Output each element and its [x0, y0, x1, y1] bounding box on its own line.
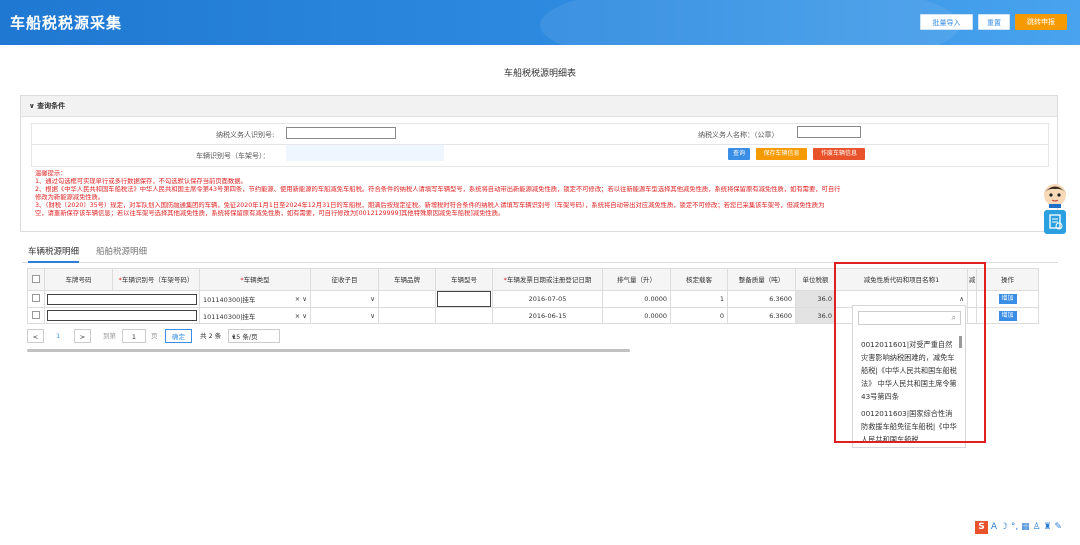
app-header: 车船税税源采集 批量导入 重置 跳转申报: [0, 0, 1080, 45]
tips-block: 温馨提示： 1、通过勾选框可实现单行或多行数据保存，不勾选默认保存当前页面数据。…: [35, 170, 1051, 218]
moon-icon[interactable]: ☽: [1000, 522, 1008, 532]
reset-button[interactable]: 重置: [978, 14, 1010, 30]
next-page-button[interactable]: >: [74, 329, 91, 343]
subitem-select[interactable]: ∨: [310, 290, 379, 308]
user-icon[interactable]: ♙: [1033, 522, 1041, 532]
tips-line: 1、通过勾选框可实现单行或多行数据保存，不勾选默认保存当前页面数据。: [35, 178, 247, 185]
add-row-button[interactable]: 增加: [998, 310, 1017, 321]
vehicle-type-select[interactable]: 101140300|挂车 × ∨: [199, 307, 311, 324]
taxpayer-id-input[interactable]: [286, 127, 396, 139]
current-page[interactable]: 1: [56, 329, 60, 343]
model-input[interactable]: [435, 290, 493, 308]
query-form: 纳税义务人识别号: 纳税义务人名称：（公章） 车辆识别号（车架号）： 查询 保存…: [31, 123, 1049, 167]
brand-input[interactable]: [378, 307, 436, 324]
tab-bar: 车辆税源明细 船舶税源明细: [22, 242, 1058, 263]
highlight-annotation: [834, 262, 986, 443]
column-header: 车牌号码: [44, 268, 113, 291]
column-header: *车辆类型: [199, 268, 311, 291]
column-header: 车辆品牌: [378, 268, 436, 291]
tips-line: 2、根据《中华人民共和国车船税法》中华人民共和国主席令第43号第四条，节约能源、…: [35, 186, 841, 193]
column-header: 核定载客: [670, 268, 728, 291]
row-checkbox[interactable]: [27, 307, 45, 324]
tab-ship-detail[interactable]: 船舶税源明细: [96, 245, 147, 257]
ime-logo-icon[interactable]: S: [975, 521, 988, 534]
weight-input[interactable]: 6.3600: [727, 307, 796, 324]
batch-import-button[interactable]: 批量导入: [920, 14, 973, 30]
query-panel-header[interactable]: ∨ 查询条件: [21, 96, 1057, 117]
taxpayer-name-input[interactable]: [797, 126, 861, 138]
save-vehicle-button[interactable]: 保存车辆信息: [756, 148, 807, 160]
row-checkbox[interactable]: [27, 290, 45, 308]
taxpayer-name-label: 纳税义务人名称：（公章）: [698, 131, 779, 139]
goto-confirm-button[interactable]: 确定: [165, 329, 192, 343]
tips-line: 修改为新能源减免性质。: [35, 194, 105, 201]
punctuation-icon[interactable]: °,: [1011, 522, 1018, 532]
void-vehicle-button[interactable]: 作废车辆信息: [813, 148, 865, 160]
page-size-select[interactable]: 15 条/页 ▾: [228, 329, 280, 343]
chevron-down-icon: ∨: [29, 102, 35, 110]
weight-input[interactable]: 6.3600: [727, 290, 796, 308]
tab-vehicle-detail[interactable]: 车辆税源明细: [28, 245, 80, 263]
column-header: 整备质量（吨）: [727, 268, 796, 291]
tips-line: 3、（财税〔2020〕35号）规定，对军队划入国防融通集团的车辆，免征2020年…: [35, 202, 825, 209]
model-input[interactable]: [435, 307, 493, 324]
unit-tax-cell: 36.0: [795, 307, 836, 324]
horizontal-scrollbar[interactable]: [27, 349, 630, 352]
column-header: 单位税额: [795, 268, 836, 291]
keyboard-icon[interactable]: ▦: [1021, 522, 1030, 532]
vehicle-type-select[interactable]: 101140300|挂车 × ∨: [199, 290, 311, 308]
column-header: *车辆识别号（车架号码）: [112, 268, 200, 291]
taxpayer-id-label: 纳税义务人识别号:: [216, 131, 275, 139]
vin-label: 车辆识别号（车架号）：: [196, 152, 270, 160]
plate-vin-input[interactable]: [44, 307, 200, 324]
date-input[interactable]: 2016-06-15: [492, 307, 603, 324]
add-row-button[interactable]: 增加: [998, 294, 1017, 304]
unit-tax-cell: 36.0: [795, 290, 836, 308]
column-header: 排气量（升）: [602, 268, 671, 291]
tips-line: 空，请重新保存该车辆信息；若以往车架号选择其他减免性质，系统将保留原有减免性质，…: [35, 210, 505, 217]
goto-page-input[interactable]: 1: [122, 329, 146, 343]
shirt-icon[interactable]: ♜: [1043, 522, 1051, 532]
assistant-widget[interactable]: [1042, 182, 1068, 237]
goto-prefix: 到第: [103, 332, 116, 340]
displacement-input[interactable]: 0.0000: [602, 290, 671, 308]
query-section-title: 查询条件: [37, 102, 66, 110]
jump-declare-button[interactable]: 跳转申报: [1015, 14, 1067, 30]
column-header: *车辆发票日期或注册登记日期: [492, 268, 603, 291]
page-title: 车船税税源明细表: [503, 69, 576, 79]
vin-input[interactable]: [286, 145, 444, 161]
feedback-icon[interactable]: [1044, 210, 1066, 234]
goto-suffix: 页: [151, 332, 158, 340]
column-header: 车辆型号: [435, 268, 493, 291]
app-title: 车船税税源采集: [10, 14, 123, 32]
prev-page-button[interactable]: <: [27, 329, 44, 343]
wrench-icon[interactable]: ✎: [1054, 522, 1062, 532]
plate-vin-input[interactable]: [44, 290, 200, 308]
language-icon[interactable]: A: [991, 522, 997, 532]
query-panel: ∨ 查询条件 纳税义务人识别号: 纳税义务人名称：（公章） 车辆识别号（车架号）…: [20, 95, 1058, 232]
column-header: 征收子目: [310, 268, 379, 291]
seats-input[interactable]: 0: [670, 307, 728, 324]
ime-toolbar[interactable]: S A ☽ °, ▦ ♙ ♜ ✎: [975, 521, 1075, 535]
header-decoration: [540, 0, 960, 45]
tips-title: 温馨提示：: [35, 170, 67, 177]
assistant-avatar-icon[interactable]: [1042, 182, 1068, 208]
brand-input[interactable]: [378, 290, 436, 308]
total-count: 共 2 条: [200, 332, 222, 340]
seats-input[interactable]: 1: [670, 290, 728, 308]
date-input[interactable]: 2016-07-05: [492, 290, 603, 308]
displacement-input[interactable]: 0.0000: [602, 307, 671, 324]
select-all-checkbox[interactable]: [27, 268, 45, 291]
subitem-select[interactable]: ∨: [310, 307, 379, 324]
query-button[interactable]: 查询: [728, 148, 750, 160]
